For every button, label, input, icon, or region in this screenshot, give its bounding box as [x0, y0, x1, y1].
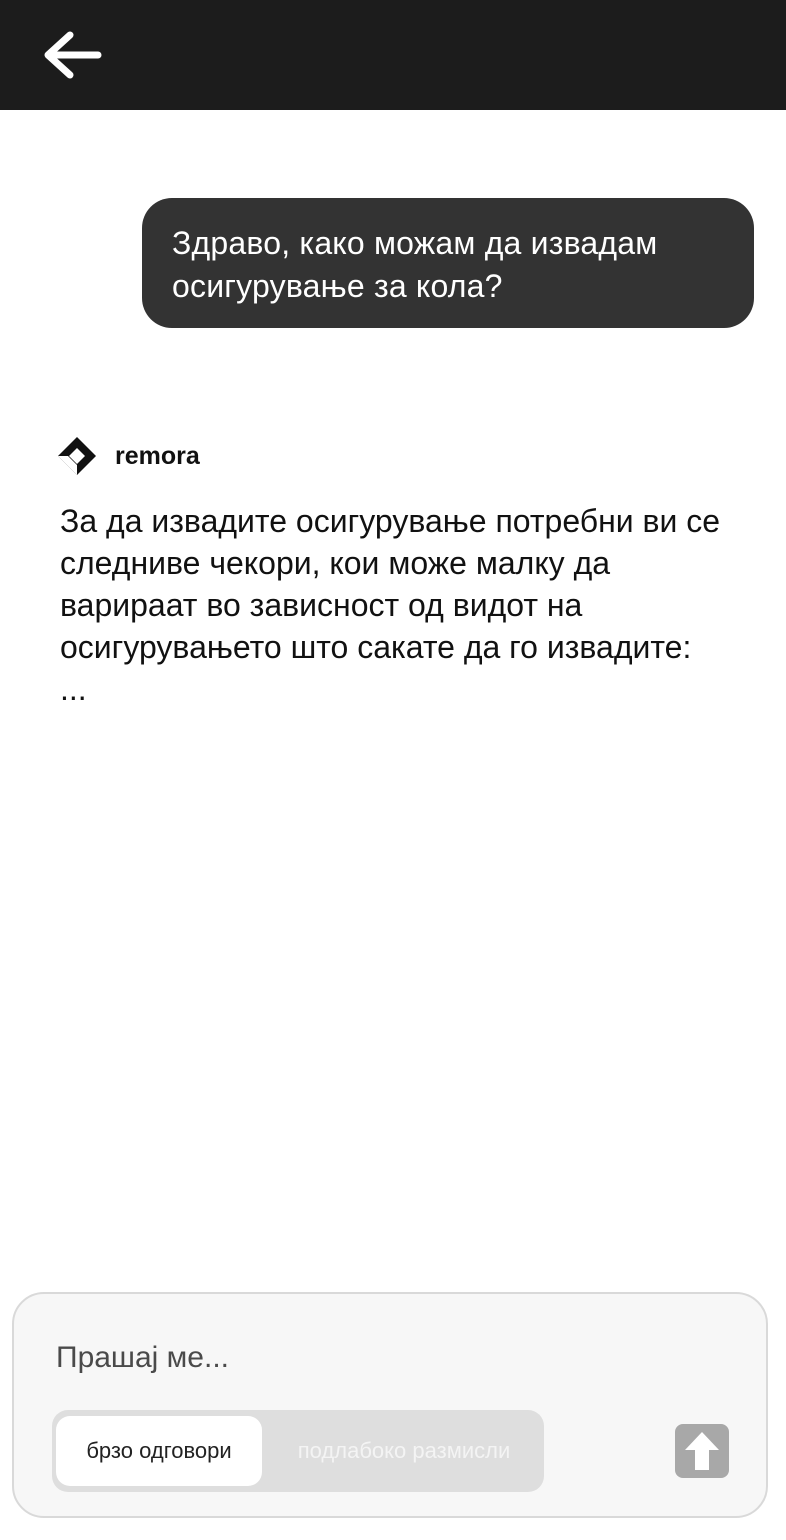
assistant-header: remora	[56, 434, 200, 478]
prompt-input[interactable]	[54, 1334, 618, 1382]
send-button[interactable]	[675, 1424, 729, 1478]
arrow-left-icon	[44, 31, 102, 79]
user-message-text: Здраво, како можам да извадам осигурувањ…	[172, 225, 658, 304]
user-message-bubble: Здраво, како можам да извадам осигурувањ…	[142, 198, 754, 328]
assistant-name: remora	[115, 441, 200, 470]
mode-toggle: брзо одговори подлабоко размисли	[52, 1410, 544, 1492]
arrow-up-icon	[685, 1432, 719, 1470]
back-button[interactable]	[36, 24, 108, 86]
mode-quick-answer[interactable]: брзо одговори	[56, 1416, 262, 1486]
assistant-message-text: За да извадите осигурување потребни ви с…	[60, 503, 721, 707]
mode-deep-think[interactable]: подлабоко размисли	[266, 1416, 542, 1486]
remora-logo-icon	[56, 435, 98, 477]
top-bar	[0, 0, 786, 110]
